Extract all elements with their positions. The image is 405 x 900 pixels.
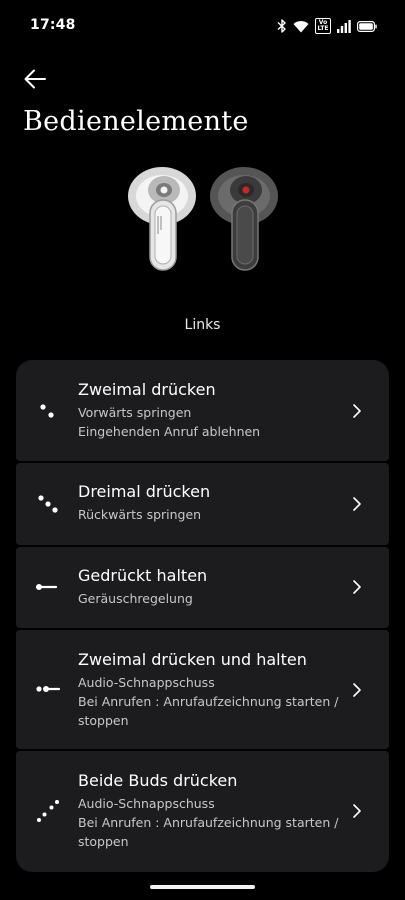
earbuds-illustration [128,167,278,271]
control-description: Rückwärts springen [78,505,345,524]
signal-icon [337,19,351,33]
triple-press-icon [38,495,58,513]
status-icons: Vo LTE [277,17,377,35]
control-title: Zweimal drücken [78,380,216,399]
control-description-line: Audio-Schnappschuss [78,675,215,690]
control-description-line: stoppen [78,713,129,728]
control-text: Gedrückt halten Geräuschregelung [78,566,345,608]
both-buds-press-icon [37,800,59,822]
volte-icon: Vo LTE [315,18,331,34]
back-button[interactable] [18,62,52,96]
right-earbud [210,167,278,271]
control-title: Beide Buds drücken [78,771,238,790]
control-description-line: Rückwärts springen [78,507,202,522]
control-description-line: Bei Anrufen : Anrufaufzeichnung starten … [78,694,339,709]
page-title: Bedienelemente [23,106,249,137]
status-time: 17:48 [30,17,76,33]
wifi-icon [293,20,309,32]
control-title: Dreimal drücken [78,482,211,501]
control-description-line: Vorwärts springen [78,405,192,420]
control-description-line: Geräuschregelung [78,591,193,606]
chevron-right-icon [353,804,361,818]
control-both-buds-press[interactable]: Beide Buds drücken Audio-Schnappschuss B… [16,751,389,872]
chevron-right-icon [353,683,361,697]
press-hold-icon [35,584,58,590]
control-text: Zweimal drücken Vorwärts springen Eingeh… [78,380,345,441]
left-earbud [128,167,196,271]
control-description-line: stoppen [78,834,129,849]
control-title: Zweimal drücken und halten [78,650,307,669]
control-description-line: Bei Anrufen : Anrufaufzeichnung starten … [78,815,339,830]
control-double-press[interactable]: Zweimal drücken Vorwärts springen Eingeh… [16,360,389,461]
double-press-hold-icon [36,686,61,692]
control-description: Geräuschregelung [78,589,345,608]
control-press-hold[interactable]: Gedrückt halten Geräuschregelung [16,547,389,628]
control-text: Zweimal drücken und halten Audio-Schnapp… [78,650,349,730]
control-description-line: Eingehenden Anruf ablehnen [78,424,261,439]
control-description: Audio-Schnappschuss Bei Anrufen : Anrufa… [78,794,349,851]
control-double-press-hold[interactable]: Zweimal drücken und halten Audio-Schnapp… [16,630,389,749]
status-bar: 17:48 Vo LTE [0,0,405,52]
battery-icon [357,20,377,32]
arrow-left-icon [24,69,46,89]
control-description-line: Audio-Schnappschuss [78,796,215,811]
control-description: Audio-Schnappschuss Bei Anrufen : Anrufa… [78,673,349,730]
chevron-right-icon [353,497,361,511]
control-text: Beide Buds drücken Audio-Schnappschuss B… [78,771,349,851]
double-press-icon [40,404,54,418]
control-title: Gedrückt halten [78,566,208,585]
home-indicator[interactable] [150,885,255,889]
control-text: Dreimal drücken Rückwärts springen [78,482,345,524]
chevron-right-icon [353,404,361,418]
bluetooth-icon [277,19,286,33]
control-triple-press[interactable]: Dreimal drücken Rückwärts springen [16,463,389,545]
chevron-right-icon [353,580,361,594]
earbud-side-label: Links [184,317,221,333]
control-description: Vorwärts springen Eingehenden Anruf able… [78,403,345,441]
